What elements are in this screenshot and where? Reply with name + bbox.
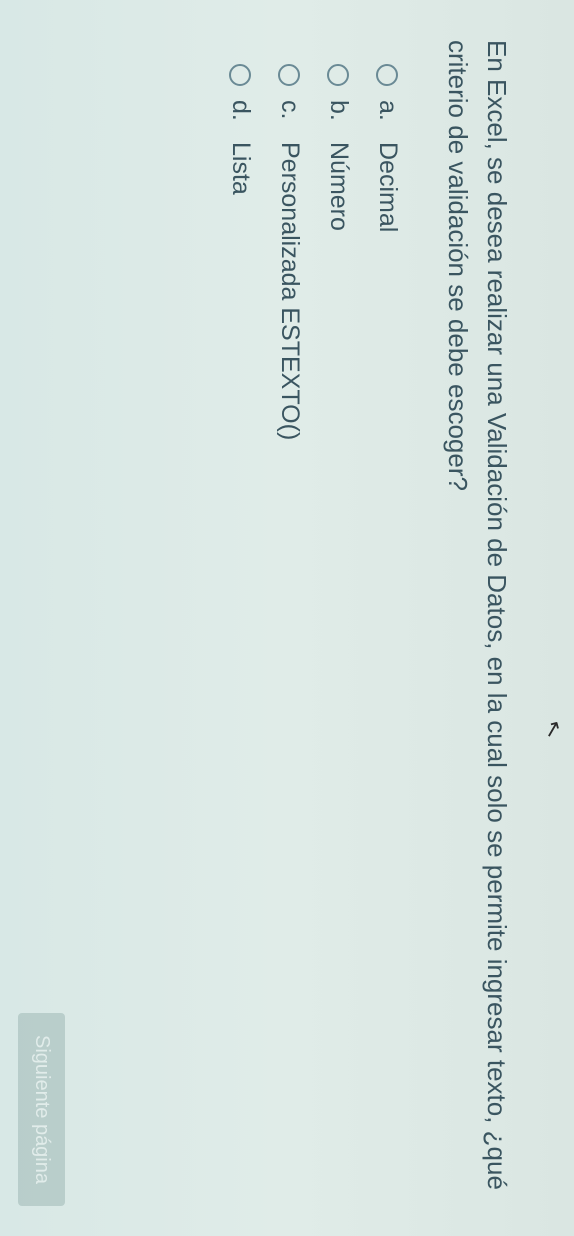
option-letter: b. [324, 100, 353, 128]
radio-a[interactable] [377, 64, 399, 86]
next-page-button[interactable]: Siguiente página [18, 1013, 65, 1206]
quiz-page: ↖ En Excel, se desea realizar una Valida… [0, 0, 574, 1236]
option-letter: d. [226, 100, 255, 128]
option-letter: c. [275, 100, 304, 128]
options-group: a. Decimal b. Número c. Personalizada ES… [226, 64, 402, 1196]
option-label: Decimal [373, 142, 402, 232]
cursor-icon: ↖ [538, 717, 568, 742]
option-letter: a. [373, 100, 402, 128]
question-text: En Excel, se desea realizar una Validaci… [438, 40, 516, 1190]
option-label: Lista [226, 142, 255, 195]
radio-d[interactable] [230, 64, 252, 86]
option-label: Personalizada ESTEXTO() [275, 142, 304, 440]
option-b[interactable]: b. Número [324, 64, 353, 1196]
radio-b[interactable] [328, 64, 350, 86]
option-label: Número [324, 142, 353, 231]
option-a[interactable]: a. Decimal [373, 64, 402, 1196]
option-c[interactable]: c. Personalizada ESTEXTO() [275, 64, 304, 1196]
radio-c[interactable] [279, 64, 301, 86]
option-d[interactable]: d. Lista [226, 64, 255, 1196]
